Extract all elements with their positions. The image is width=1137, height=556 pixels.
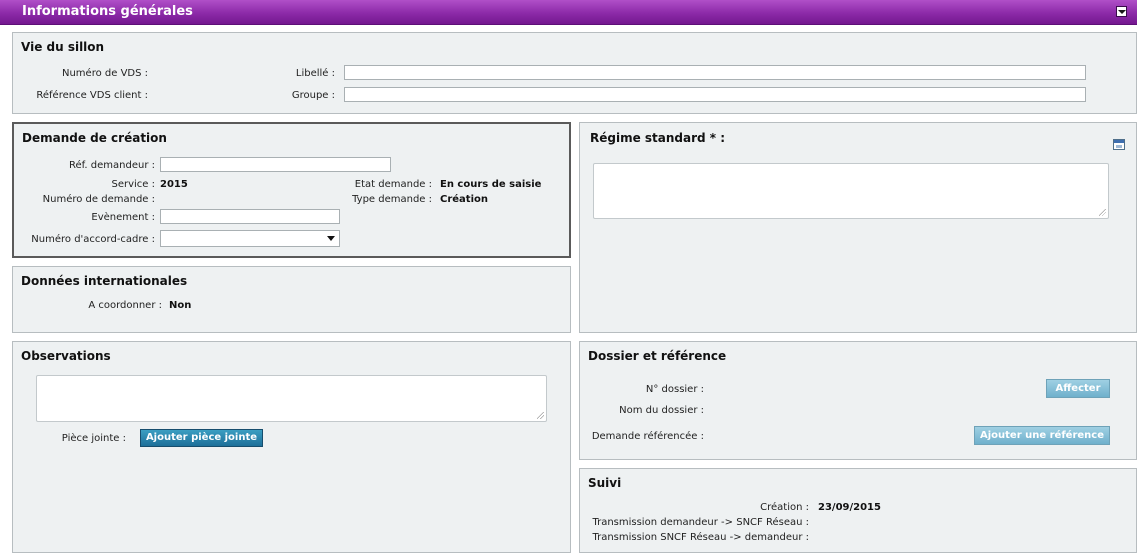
panel-title: Observations [21,349,111,363]
accord-cadre-label: Numéro d'accord-cadre : [31,234,155,245]
section-header: Informations générales [0,0,1137,25]
evenement-label: Evènement : [91,212,155,223]
panel-title: Données internationales [21,274,188,288]
add-reference-button[interactable]: Ajouter une référence [974,426,1110,445]
etat-demande-label: Etat demande : [354,179,432,190]
libelle-label: Libellé : [295,68,335,79]
groupe-input[interactable] [344,87,1086,102]
type-demande-label: Type demande : [352,194,432,205]
numero-demande-label: Numéro de demande : [42,194,155,205]
accord-cadre-select[interactable] [160,230,340,247]
panel-vie-du-sillon: Vie du sillon Numéro de VDS : Référence … [12,32,1137,114]
etat-demande-value: En cours de saisie [440,179,542,190]
panel-regime-standard: Régime standard * : [579,122,1137,333]
nom-dossier-label: Nom du dossier : [619,405,704,416]
collapse-icon[interactable] [1116,6,1127,17]
service-value: 2015 [160,179,188,190]
regime-standard-textarea[interactable] [593,163,1109,219]
ref-demandeur-label: Réf. demandeur : [68,160,155,171]
panel-observations: Observations Pièce jointe : Ajouter pièc… [12,341,571,553]
resize-grip-icon[interactable] [1099,209,1106,216]
creation-value: 23/09/2015 [818,502,881,513]
demande-referencee-label: Demande référencée : [591,431,704,442]
ref-demandeur-input[interactable] [160,157,391,172]
calendar-icon[interactable] [1113,139,1125,150]
groupe-label: Groupe : [291,90,335,101]
piece-jointe-label: Pièce jointe : [61,433,126,444]
transmission-sncf-demandeur-label: Transmission SNCF Réseau -> demandeur : [592,532,809,543]
panel-title: Régime standard * : [590,131,726,145]
libelle-input[interactable] [344,65,1086,80]
a-coordonner-label: A coordonner : [88,300,162,311]
chevron-down-icon [327,236,335,241]
panel-suivi: Suivi Création : 23/09/2015 Transmission… [579,468,1137,553]
panel-title: Vie du sillon [21,40,105,54]
resize-grip-icon[interactable] [537,412,544,419]
affecter-button[interactable]: Affecter [1046,379,1110,398]
evenement-input[interactable] [160,209,340,224]
panel-title: Dossier et référence [588,349,727,363]
panel-dossier-reference: Dossier et référence N° dossier : Nom du… [579,341,1137,460]
no-dossier-label: N° dossier : [645,384,704,395]
reference-vds-label: Référence VDS client : [36,90,148,101]
panel-title: Demande de création [22,131,167,145]
creation-label: Création : [760,502,809,513]
add-attachment-button[interactable]: Ajouter pièce jointe [140,429,263,447]
service-label: Service : [111,179,155,190]
section-title: Informations générales [22,4,193,19]
panel-donnees-internationales: Données internationales A coordonner : N… [12,266,571,333]
numero-vds-label: Numéro de VDS : [61,68,148,79]
a-coordonner-value: Non [169,300,192,311]
panel-title: Suivi [588,476,622,490]
panel-demande-creation: Demande de création Réf. demandeur : Ser… [12,122,571,258]
observations-textarea[interactable] [36,375,547,422]
type-demande-value: Création [440,194,488,205]
transmission-demandeur-sncf-label: Transmission demandeur -> SNCF Réseau : [592,517,809,528]
